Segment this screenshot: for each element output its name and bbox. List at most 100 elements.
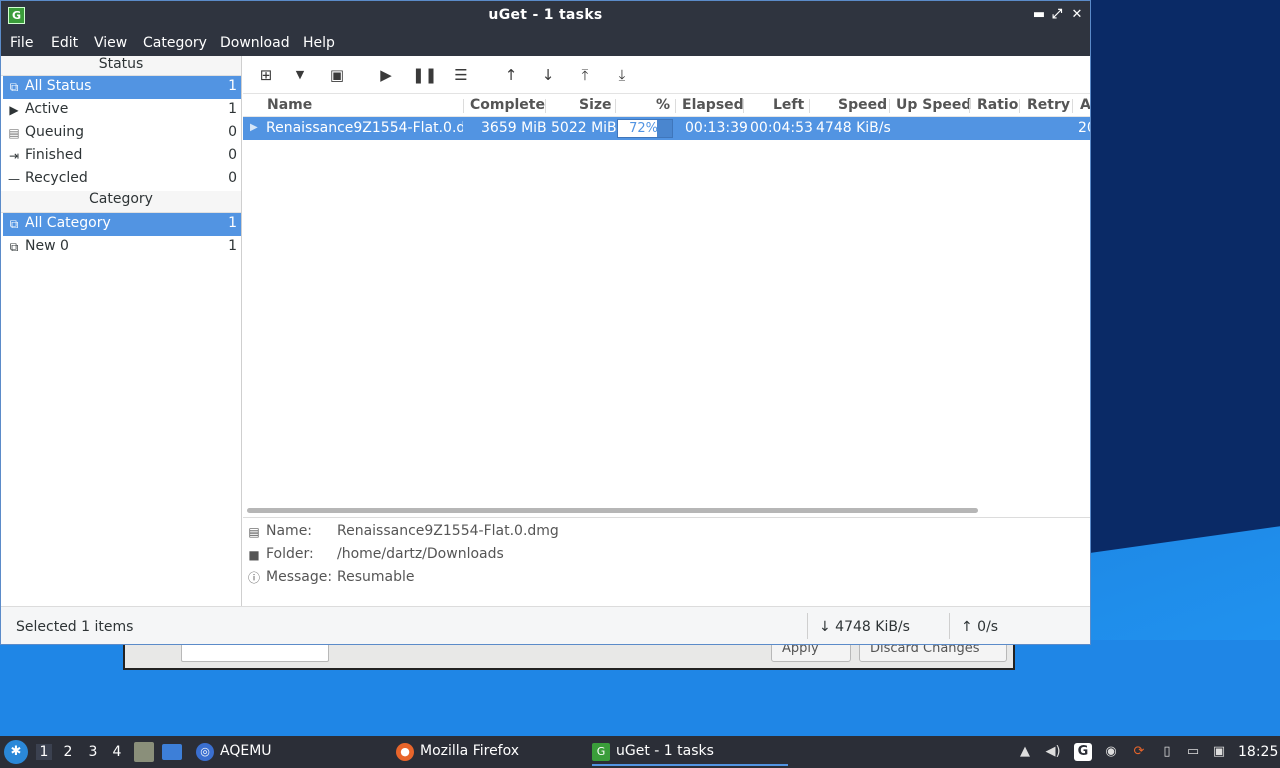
download-progress-bar: 72% — [617, 119, 673, 138]
move-bottom-icon[interactable]: ⤓ — [611, 64, 633, 86]
scrollbar-thumb[interactable] — [247, 508, 978, 513]
close-icon[interactable]: ✕ — [1069, 7, 1085, 22]
workspace-4[interactable]: 4 — [109, 744, 125, 760]
download-size: 5022 MiB — [551, 120, 617, 136]
sidebar-item-count: 1 — [228, 215, 237, 231]
sidebar-item-all-status[interactable]: ⧉ All Status 1 — [3, 76, 241, 99]
menu-edit[interactable]: Edit — [51, 35, 78, 51]
sidebar-item-finished[interactable]: ⇥ Finished 0 — [3, 145, 241, 168]
download-name: Renaissance9Z1554-Flat.0.dm — [266, 120, 463, 136]
column-left[interactable]: Left — [773, 97, 804, 113]
column-percent[interactable]: % — [656, 97, 670, 113]
sidebar-item-count: 0 — [228, 147, 237, 163]
menu-category[interactable]: Category — [143, 35, 207, 51]
properties-icon[interactable]: ☰ — [450, 64, 472, 86]
task-aqemu[interactable]: ◎ AQEMU — [196, 738, 376, 766]
uget-tray-icon[interactable]: G — [1074, 743, 1092, 761]
uget-task-icon: G — [592, 743, 610, 761]
column-headers: Name Complete Size % Elapsed Left Speed … — [243, 94, 1090, 117]
start-menu-icon[interactable]: ✱ — [4, 740, 28, 764]
details-panel: ▤ Name: Renaissance9Z1554-Flat.0.dmg ■ F… — [243, 517, 1090, 606]
menu-view[interactable]: View — [94, 35, 127, 51]
sidebar-item-label: Recycled — [25, 170, 88, 186]
sidebar-item-all-category[interactable]: ⧉ All Category 1 — [3, 213, 241, 236]
file-icon: ▤ — [248, 525, 260, 539]
dropdown-icon[interactable]: ▼ — [289, 64, 311, 86]
sidebar-item-active[interactable]: ▶ Active 1 — [3, 99, 241, 122]
sidebar-item-recycled[interactable]: — Recycled 0 — [3, 168, 241, 191]
new-download-icon[interactable]: ⊞ — [255, 64, 277, 86]
move-top-icon[interactable]: ⤒ — [574, 64, 596, 86]
start-icon[interactable]: ▶ — [375, 64, 397, 86]
pause-icon[interactable]: ❚❚ — [412, 64, 437, 86]
download-speed-total: ↓ 4748 KiB/s — [819, 619, 910, 635]
sidebar-item-label: All Category — [25, 215, 111, 231]
minimize-icon[interactable]: ▬ — [1031, 7, 1047, 22]
play-icon: ▶ — [9, 103, 19, 117]
column-retry[interactable]: Retry — [1027, 97, 1070, 113]
sidebar-item-queuing[interactable]: ▤ Queuing 0 — [3, 122, 241, 145]
download-complete: 3659 MiB — [481, 120, 547, 136]
sidebar-item-count: 1 — [228, 101, 237, 117]
move-up-icon[interactable]: ↑ — [500, 64, 522, 86]
upload-speed-total: ↑ 0/s — [961, 619, 999, 635]
update-icon[interactable]: ⟳ — [1130, 743, 1148, 761]
save-icon[interactable]: ▣ — [326, 64, 348, 86]
clipboard-icon[interactable]: ▯ — [1158, 743, 1176, 761]
title-bar[interactable]: G uGet - 1 tasks ▬ ⤢ ✕ — [1, 1, 1090, 31]
menu-download[interactable]: Download — [220, 35, 290, 51]
table-row[interactable]: ▶ Renaissance9Z1554-Flat.0.dm 3659 MiB 5… — [243, 117, 1090, 140]
network-tray-icon[interactable]: ▲ — [1016, 743, 1034, 761]
workspace-3[interactable]: 3 — [85, 744, 101, 760]
task-uget[interactable]: G uGet - 1 tasks — [592, 738, 788, 766]
download-percent: 72% — [629, 121, 658, 136]
detail-folder-row: ■ Folder: /home/dartz/Downloads — [247, 545, 1047, 565]
all-category-icon: ⧉ — [9, 217, 19, 231]
sidebar-item-label: Active — [25, 101, 69, 117]
column-ratio[interactable]: Ratio — [977, 97, 1018, 113]
recycled-icon: — — [8, 172, 20, 186]
download-speed: 4748 KiB/s — [816, 120, 891, 136]
workspace-1[interactable]: 1 — [36, 744, 52, 760]
sidebar: Status ⧉ All Status 1 ▶ Active 1 ▤ Queui… — [1, 56, 242, 606]
finished-icon: ⇥ — [8, 149, 20, 163]
maximize-icon[interactable]: ⤢ — [1049, 7, 1065, 22]
info-icon: ⓘ — [247, 571, 260, 585]
menu-bar: File Edit View Category Download Help — [1, 31, 1090, 56]
task-label: AQEMU — [220, 743, 272, 759]
move-down-icon[interactable]: ↓ — [537, 64, 559, 86]
column-speed[interactable]: Speed — [838, 97, 887, 113]
sidebar-item-new-0[interactable]: ⧉ New 0 1 — [3, 236, 241, 259]
column-up-speed[interactable]: Up Speed — [896, 97, 971, 113]
category-header: Category — [1, 191, 241, 213]
column-elapsed[interactable]: Elapsed — [682, 97, 744, 113]
category-icon: ⧉ — [9, 240, 19, 254]
sync-icon[interactable]: ◉ — [1102, 743, 1120, 761]
sidebar-item-count: 0 — [228, 170, 237, 186]
workspace-2[interactable]: 2 — [60, 744, 76, 760]
queue-icon: ▤ — [8, 126, 20, 140]
horizontal-scrollbar[interactable] — [243, 504, 1090, 516]
column-name[interactable]: Name — [267, 97, 312, 113]
detail-name-value: Renaissance9Z1554-Flat.0.dmg — [337, 523, 559, 539]
uget-window: G uGet - 1 tasks ▬ ⤢ ✕ File Edit View Ca… — [0, 0, 1091, 645]
expander-icon[interactable]: ▶ — [250, 122, 258, 133]
file-manager-icon[interactable] — [134, 742, 154, 762]
menu-file[interactable]: File — [10, 35, 33, 51]
detail-message-label: Message: — [266, 569, 333, 585]
sidebar-item-count: 1 — [228, 78, 237, 94]
download-left: 00:04:53 — [750, 120, 813, 136]
volume-icon[interactable]: ◀) — [1044, 743, 1062, 761]
column-added[interactable]: A — [1080, 97, 1090, 113]
clock[interactable]: 18:25 — [1238, 744, 1278, 760]
task-firefox[interactable]: ● Mozilla Firefox — [396, 738, 576, 766]
menu-help[interactable]: Help — [303, 35, 335, 51]
column-complete[interactable]: Complete — [470, 97, 545, 113]
network-icon[interactable]: ▭ — [1184, 743, 1202, 761]
show-desktop-icon[interactable] — [162, 744, 182, 760]
aqemu-icon: ◎ — [196, 743, 214, 761]
notification-icon[interactable]: ▣ — [1210, 743, 1228, 761]
sidebar-item-label: All Status — [25, 78, 92, 94]
detail-message-row: ⓘ Message: Resumable — [247, 568, 1047, 588]
column-size[interactable]: Size — [579, 97, 612, 113]
